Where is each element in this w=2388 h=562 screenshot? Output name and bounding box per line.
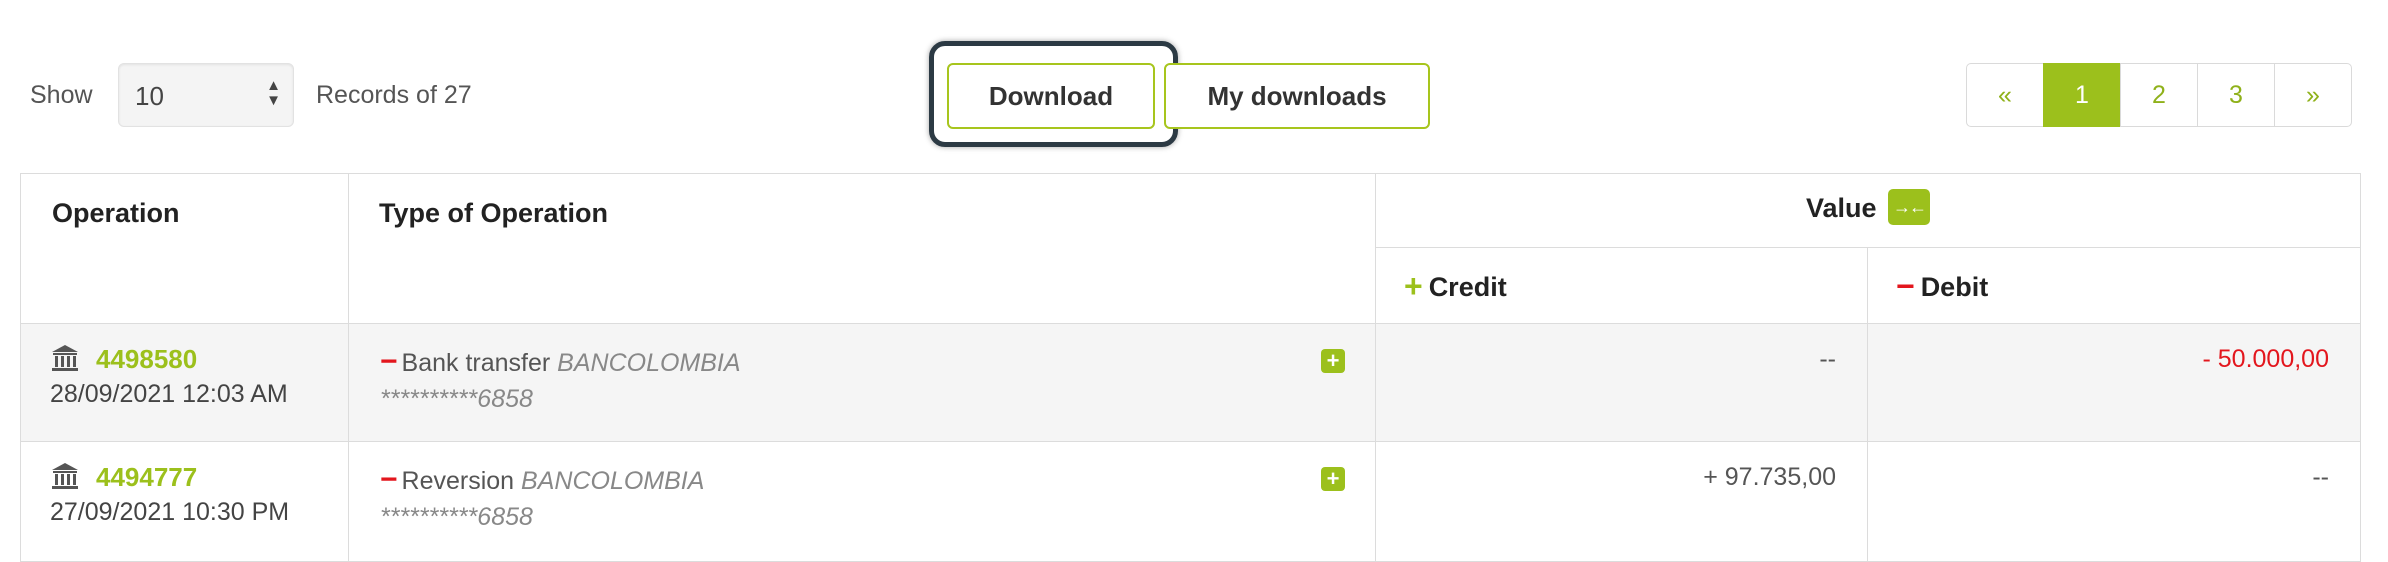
plus-square-icon[interactable]: + <box>1321 467 1345 491</box>
table-row: 4498580 28/09/2021 12:03 AM − Bank transf… <box>20 323 2361 442</box>
header-operation: Operation <box>20 173 349 324</box>
header-debit-label: Debit <box>1920 271 1989 302</box>
account-number: **********6858 <box>380 503 533 531</box>
page-3-button[interactable]: 3 <box>2197 63 2275 127</box>
plus-icon: + <box>1404 267 1423 304</box>
page-1-button[interactable]: 1 <box>2043 63 2121 127</box>
bank-icon <box>52 463 78 490</box>
operation-cell: 4494777 27/09/2021 10:30 PM <box>20 441 349 562</box>
page-size-select[interactable]: 10 ▲ ▼ <box>118 63 294 127</box>
plus-square-icon[interactable]: + <box>1321 349 1345 373</box>
type-cell: − Bank transfer BANCOLOMBIA **********685… <box>348 323 1376 442</box>
bank-name: BANCOLOMBIA <box>557 349 741 377</box>
header-credit-label: Credit <box>1428 271 1507 302</box>
select-arrows-icon: ▲ ▼ <box>266 77 281 109</box>
page-last-button[interactable]: » <box>2274 63 2352 127</box>
bank-name: BANCOLOMBIA <box>521 467 705 495</box>
credit-cell: -- <box>1375 323 1868 442</box>
credit-cell: + 97.735,00 <box>1375 441 1868 562</box>
pagination: « 1 2 3 » <box>1966 63 2352 127</box>
bank-icon <box>52 345 78 372</box>
table-row: 4494777 27/09/2021 10:30 PM − Reversion B… <box>20 441 2361 562</box>
minus-icon: − <box>1896 267 1915 304</box>
header-value-label: Value <box>1805 193 1877 224</box>
operations-table: Operation Type of Operation Value →← + Cr… <box>20 173 2361 562</box>
operation-date: 28/09/2021 12:03 AM <box>50 380 288 409</box>
header-debit: − Debit <box>1867 246 2361 325</box>
operation-cell: 4498580 28/09/2021 12:03 AM <box>20 323 349 442</box>
operation-type: Bank transfer <box>401 349 551 377</box>
collapse-arrows-icon[interactable]: →← <box>1888 189 1931 226</box>
header-value: Value →← <box>1375 173 2361 248</box>
page-2-button[interactable]: 2 <box>2120 63 2198 127</box>
my-downloads-button[interactable]: My downloads <box>1164 63 1430 129</box>
operation-date: 27/09/2021 10:30 PM <box>50 498 290 527</box>
debit-marker-icon: − <box>380 345 398 378</box>
operation-type: Reversion <box>401 467 515 495</box>
type-cell: − Reversion BANCOLOMBIA **********6858 + <box>348 441 1376 562</box>
header-credit: + Credit <box>1375 246 1868 325</box>
debit-cell: - 50.000,00 <box>1867 323 2361 442</box>
operation-number-link[interactable]: 4498580 <box>96 344 197 374</box>
page-size-value: 10 <box>135 81 164 111</box>
download-button[interactable]: Download <box>947 63 1155 129</box>
debit-marker-icon: − <box>380 463 398 496</box>
header-type: Type of Operation <box>348 173 1376 324</box>
debit-cell: -- <box>1867 441 2361 562</box>
show-label: Show <box>30 81 93 109</box>
records-count: Records of 27 <box>316 81 472 109</box>
operation-number-link[interactable]: 4494777 <box>96 462 197 492</box>
toolbar: Show 10 ▲ ▼ Records of 27 Download My dow… <box>0 0 2388 170</box>
page-first-button[interactable]: « <box>1966 63 2044 127</box>
account-number: **********6858 <box>380 385 533 413</box>
